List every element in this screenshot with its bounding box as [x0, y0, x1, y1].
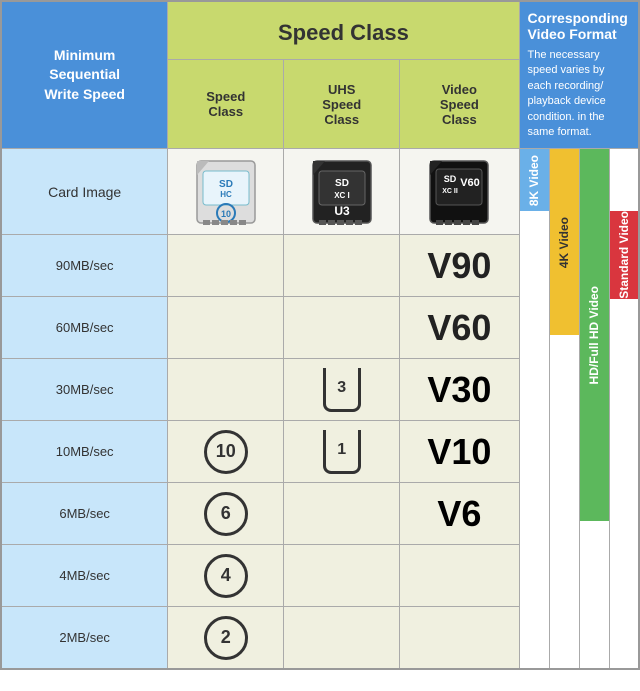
speed-60: 60MB/sec — [1, 297, 168, 359]
speed-10: 10MB/sec — [1, 421, 168, 483]
sc-6: 6 — [168, 483, 284, 545]
uhs-10: 1 — [284, 421, 400, 483]
sub-header-uhs: UHSSpeedClass — [284, 60, 400, 149]
vsc-30: V30 — [400, 359, 519, 421]
svg-text:V60: V60 — [461, 177, 481, 189]
vsc-90: V90 — [400, 235, 519, 297]
speed-90: 90MB/sec — [1, 235, 168, 297]
svg-text:XC II: XC II — [443, 188, 459, 195]
bar-hd-wrapper: HD/Full HD Video — [579, 149, 609, 669]
video-format-info: Corresponding Video Format The necessary… — [519, 1, 639, 149]
svg-text:U3: U3 — [334, 204, 350, 218]
card-image-sdxc-ii: SD XC II V60 — [400, 149, 519, 235]
uhs-30: 3 — [284, 359, 400, 421]
vsc-10: V10 — [400, 421, 519, 483]
card-image-sdxc-i: SD XC I U3 — [284, 149, 400, 235]
bar-8k-label: 8K Video — [527, 155, 541, 206]
svg-text:XC I: XC I — [334, 191, 350, 200]
speed-6: 6MB/sec — [1, 483, 168, 545]
uhs-2-empty — [284, 607, 400, 669]
speed-class-header: Speed Class — [168, 1, 519, 60]
sub-header-speed-class: SpeedClass — [168, 60, 284, 149]
bar-4k-label: 4K Video — [557, 217, 571, 268]
speed-2: 2MB/sec — [1, 607, 168, 669]
sub-header-video: VideoSpeedClass — [400, 60, 519, 149]
svg-text:HC: HC — [220, 190, 232, 199]
uhs-60-empty — [284, 297, 400, 359]
sc-30-empty — [168, 359, 284, 421]
bar-4k-wrapper: 4K Video — [549, 149, 579, 669]
card-image-label: Card Image — [1, 149, 168, 235]
bar-std-label: Standard Video — [617, 211, 631, 299]
min-seq-write-label: MinimumSequentialWrite Speed — [1, 1, 168, 149]
uhs-90-empty — [284, 235, 400, 297]
sc-90-empty — [168, 235, 284, 297]
bar-hd-label: HD/Full HD Video — [587, 286, 601, 384]
sc-60-empty — [168, 297, 284, 359]
video-format-title: Corresponding Video Format — [528, 10, 631, 42]
card-image-sdhc: SD HC 10 — [168, 149, 284, 235]
speed-30: 30MB/sec — [1, 359, 168, 421]
video-format-desc: The necessary speed varies by each recor… — [528, 48, 631, 140]
uhs-4-empty — [284, 545, 400, 607]
sc-4: 4 — [168, 545, 284, 607]
uhs-6-empty — [284, 483, 400, 545]
svg-text:SD: SD — [219, 179, 233, 190]
sc-2: 2 — [168, 607, 284, 669]
bar-8k-wrapper: 8K Video — [519, 149, 549, 669]
vsc-4-empty — [400, 545, 519, 607]
vsc-6: V6 — [400, 483, 519, 545]
speed-4: 4MB/sec — [1, 545, 168, 607]
sc-10: 10 — [168, 421, 284, 483]
svg-text:10: 10 — [221, 209, 231, 219]
vsc-2-empty — [400, 607, 519, 669]
vsc-60: V60 — [400, 297, 519, 359]
svg-text:SD: SD — [335, 178, 349, 189]
svg-text:SD: SD — [444, 174, 457, 184]
bar-std-wrapper: Standard Video — [609, 149, 639, 669]
